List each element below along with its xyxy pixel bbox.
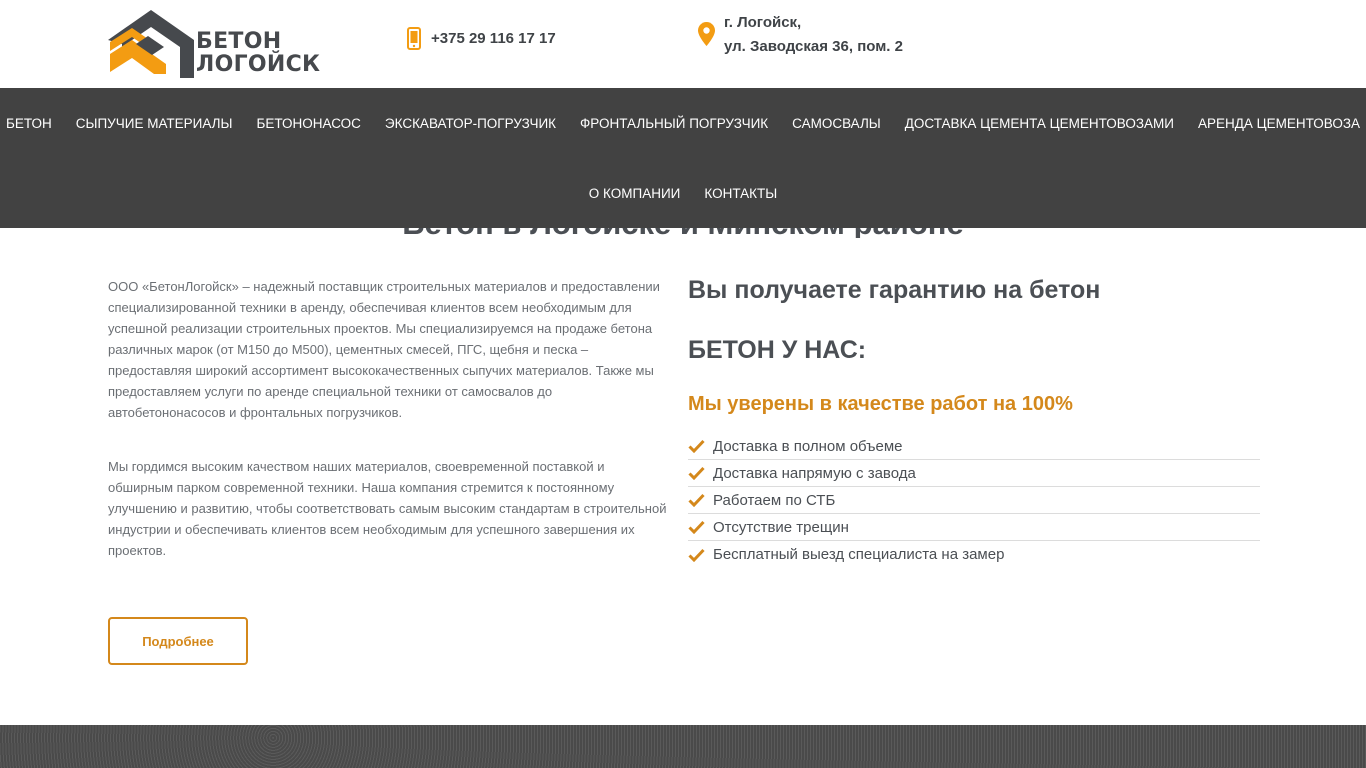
location-pin-icon bbox=[698, 22, 715, 46]
about-paragraph-1: ООО «БетонЛогойск» – надежный поставщик … bbox=[108, 279, 660, 420]
nav-item-beton[interactable]: БЕТОН bbox=[0, 115, 64, 133]
list-item: Доставка в полном объеме bbox=[688, 433, 1260, 460]
phone-block: +375 29 116 17 17 bbox=[407, 27, 556, 50]
list-item: Бесплатный выезд специалиста на замер bbox=[688, 541, 1260, 568]
benefits-column: Вы получаете гарантию на бетон БЕТОН У Н… bbox=[688, 272, 1260, 568]
list-item: Отсутствие трещин bbox=[688, 514, 1260, 541]
nav-item-contacts[interactable]: КОНТАКТЫ bbox=[692, 185, 789, 203]
feature-text: Доставка напрямую с завода bbox=[713, 464, 916, 482]
check-icon bbox=[688, 548, 705, 562]
logo-line2: ЛОГОЙСК bbox=[196, 52, 321, 77]
check-icon bbox=[688, 439, 705, 453]
quality-heading: Мы уверены в качестве работ на 100% bbox=[688, 393, 1073, 415]
nav-row-1: БЕТОН СЫПУЧИЕ МАТЕРИАЛЫ БЕТОНОНАСОС ЭКСК… bbox=[0, 115, 1366, 133]
nav-item-cement-truck-rental[interactable]: АРЕНДА ЦЕМЕНТОВОЗА bbox=[1186, 115, 1366, 133]
site-header: БЕТОН ЛОГОЙСК +375 29 116 17 17 г. Логой… bbox=[0, 0, 1366, 88]
logo-chevrons-icon bbox=[108, 10, 194, 78]
more-button[interactable]: Подробнее bbox=[108, 617, 248, 665]
address-line2: ул. Заводская 36, пом. 2 bbox=[724, 38, 903, 55]
guarantee-heading: Вы получаете гарантию на бетон bbox=[688, 276, 1101, 304]
feature-text: Работаем по СТБ bbox=[713, 491, 836, 509]
phone-link[interactable]: +375 29 116 17 17 bbox=[431, 30, 556, 47]
address-text: г. Логойск, ул. Заводская 36, пом. 2 bbox=[724, 11, 903, 59]
nav-item-dump-trucks[interactable]: САМОСВАЛЫ bbox=[780, 115, 893, 133]
feature-text: Отсутствие трещин bbox=[713, 518, 849, 536]
mobile-phone-icon bbox=[407, 27, 421, 50]
check-icon bbox=[688, 493, 705, 507]
nav-item-concrete-pump[interactable]: БЕТОНОНАСОС bbox=[244, 115, 372, 133]
list-item: Доставка напрямую с завода bbox=[688, 460, 1260, 487]
site-logo[interactable]: БЕТОН ЛОГОЙСК bbox=[108, 10, 320, 78]
feature-text: Доставка в полном объеме bbox=[713, 437, 903, 455]
concrete-texture-band bbox=[0, 725, 1366, 768]
main-nav: БЕТОН СЫПУЧИЕ МАТЕРИАЛЫ БЕТОНОНАСОС ЭКСК… bbox=[0, 88, 1366, 228]
list-item: Работаем по СТБ bbox=[688, 487, 1260, 514]
nav-item-cement-delivery[interactable]: ДОСТАВКА ЦЕМЕНТА ЦЕМЕНТОВОЗАМИ bbox=[893, 115, 1186, 133]
section-heading: Бетон в Логойске и Минском районе bbox=[0, 228, 1366, 238]
address-line1: г. Логойск, bbox=[724, 14, 802, 31]
feature-text: Бесплатный выезд специалиста на замер bbox=[713, 546, 1005, 563]
section-heading-clip: Бетон в Логойске и Минском районе bbox=[0, 228, 1366, 238]
nav-item-bulk-materials[interactable]: СЫПУЧИЕ МАТЕРИАЛЫ bbox=[64, 115, 245, 133]
check-icon bbox=[688, 520, 705, 534]
nav-row-2: О КОМПАНИИ КОНТАКТЫ bbox=[0, 185, 1366, 203]
address-block: г. Логойск, ул. Заводская 36, пом. 2 bbox=[698, 11, 903, 59]
nav-item-backhoe-loader[interactable]: ЭКСКАВАТОР-ПОГРУЗЧИК bbox=[373, 115, 568, 133]
features-list: Доставка в полном объеме Доставка напрям… bbox=[688, 433, 1260, 568]
check-icon bbox=[688, 466, 705, 480]
nav-item-about[interactable]: О КОМПАНИИ bbox=[577, 185, 693, 203]
logo-text: БЕТОН ЛОГОЙСК bbox=[196, 30, 320, 76]
about-paragraph-2: Мы гордимся высоким качеством наших мате… bbox=[108, 459, 667, 558]
logo-line1: БЕТОН bbox=[196, 29, 282, 54]
concrete-heading: БЕТОН У НАС: bbox=[688, 336, 867, 364]
nav-item-front-loader[interactable]: ФРОНТАЛЬНЫЙ ПОГРУЗЧИК bbox=[568, 115, 780, 133]
about-column: ООО «БетонЛогойск» – надежный поставщик … bbox=[108, 276, 668, 665]
